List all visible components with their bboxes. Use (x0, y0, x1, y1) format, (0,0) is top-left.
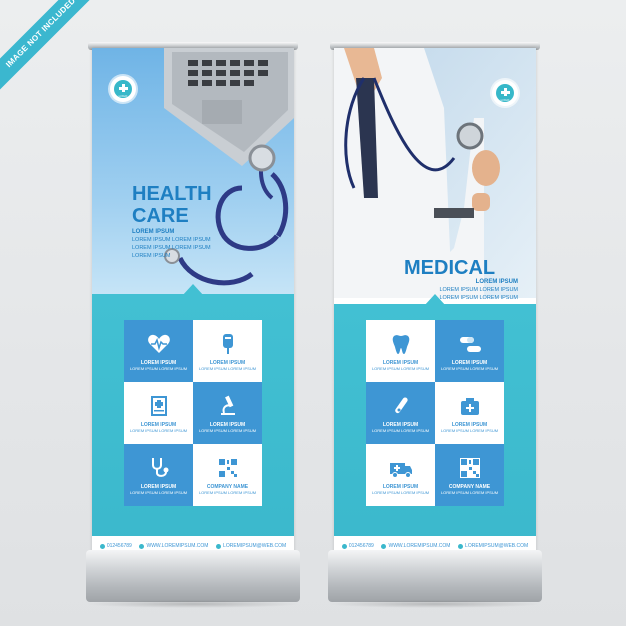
globe-icon (381, 543, 387, 549)
globe-icon (139, 543, 145, 549)
stand-base (86, 550, 300, 608)
subtitle-text: LOREM IPSUM (475, 279, 518, 285)
phone-item: 012456789 (341, 543, 374, 549)
email-item: LOREMIPSUM@WEB.COM (216, 543, 286, 549)
logo-text: LOGO (500, 98, 510, 102)
web-text: WWW.LOREMIPSUM.COM (146, 543, 209, 549)
email-text: LOREMIPSUM@WEB.COM (223, 543, 287, 549)
mail-icon (458, 543, 464, 549)
health-care-banner: LOGO HEALTH CARE LOREM IPSUM LOREM IPSUM… (92, 48, 294, 556)
cell-text: LOREM IPSUM LOREM IPSUM (129, 428, 188, 433)
grid-cell-tooth: LOREM IPSUM LOREM IPSUM LOREM IPSUM (366, 320, 435, 382)
test-tube-icon (394, 397, 408, 414)
grid-cell-ambulance: LOREM IPSUM LOREM IPSUM LOREM IPSUM (366, 444, 435, 506)
cell-text: LOREM IPSUM LOREM IPSUM (440, 428, 499, 433)
stethoscope-icon (151, 458, 168, 477)
iv-bag-icon (222, 334, 233, 354)
medical-report-icon (150, 396, 167, 416)
body-line-2: LOREM IPSUM LOREM IPSUM (439, 295, 518, 301)
headline: MEDICAL (404, 257, 496, 279)
grid-cell-test-tube: LOREM IPSUM LOREM IPSUM LOREM IPSUM (366, 382, 435, 444)
phone-text: 012456789 (106, 543, 132, 549)
cell-text: LOREM IPSUM LOREM IPSUM (198, 490, 257, 495)
cell-text: LOREM IPSUM LOREM IPSUM (371, 366, 430, 371)
tooth-icon (392, 335, 409, 354)
cell-text: LOREM IPSUM LOREM IPSUM (440, 490, 499, 495)
grid-cell-microscope: LOREM IPSUM LOREM IPSUM LOREM IPSUM (193, 382, 262, 444)
cell-text: LOREM IPSUM LOREM IPSUM (198, 366, 257, 371)
stand-base (328, 550, 542, 608)
grid-cell-report: LOREM IPSUM LOREM IPSUM LOREM IPSUM (124, 382, 193, 444)
headline-subtitle: LOREM IPSUM LOREM IPSUM LOREM IPSUM LORE… (132, 228, 211, 260)
qr-code-icon (217, 458, 238, 478)
grid-cell-iv: LOREM IPSUM LOREM IPSUM LOREM IPSUM (193, 320, 262, 382)
body-line-1: LOREM IPSUM LOREM IPSUM (132, 237, 211, 243)
left-rollup-stand: LOGO HEALTH CARE LOREM IPSUM LOREM IPSUM… (86, 42, 300, 608)
right-rollup-stand: LOGO MEDICAL LOREM IPSUM LOREM IPSUM LOR… (328, 42, 542, 608)
grid-cell-pills: LOREM IPSUM LOREM IPSUM LOREM IPSUM (435, 320, 504, 382)
ambulance-icon (389, 463, 412, 478)
phone-icon (99, 543, 105, 549)
pills-icon (459, 337, 481, 352)
headline-line1: HEALTH (132, 183, 212, 205)
body-line-2: LOREM IPSUM LOREM IPSUM (132, 245, 211, 251)
subtitle-text: LOREM IPSUM (132, 229, 175, 235)
headline-subtitle: LOREM IPSUM LOREM IPSUM LOREM IPSUM LORE… (439, 278, 518, 302)
heart-pulse-icon (147, 334, 170, 353)
phone-icon (341, 543, 347, 549)
grid-cell-heart: LOREM IPSUM LOREM IPSUM LOREM IPSUM (124, 320, 193, 382)
logo-badge: LOGO (110, 76, 136, 102)
cell-text: LOREM IPSUM LOREM IPSUM (198, 428, 257, 433)
panel-notch (424, 294, 446, 306)
qr-code-icon (459, 458, 480, 478)
phone-item: 012456789 (99, 543, 132, 549)
headline-line2: CARE (132, 205, 189, 227)
microscope-icon (220, 395, 235, 415)
cell-text: LOREM IPSUM LOREM IPSUM (129, 366, 188, 371)
mail-icon (216, 543, 222, 549)
cell-text: LOREM IPSUM LOREM IPSUM (371, 490, 430, 495)
cell-text: LOREM IPSUM LOREM IPSUM (371, 428, 430, 433)
logo-text: LOGO (118, 94, 128, 98)
medical-banner: LOGO MEDICAL LOREM IPSUM LOREM IPSUM LOR… (334, 48, 536, 556)
grid-cell-first-aid: LOREM IPSUM LOREM IPSUM LOREM IPSUM (435, 382, 504, 444)
web-item: WWW.LOREMIPSUM.COM (381, 543, 450, 549)
email-item: LOREMIPSUM@WEB.COM (458, 543, 528, 549)
web-text: WWW.LOREMIPSUM.COM (388, 543, 451, 549)
grid-cell-stethoscope: LOREM IPSUM LOREM IPSUM LOREM IPSUM (124, 444, 193, 506)
cell-text: LOREM IPSUM LOREM IPSUM (129, 490, 188, 495)
grid-cell-qr: COMPANY NAME LOREM IPSUM LOREM IPSUM (435, 444, 504, 506)
email-text: LOREMIPSUM@WEB.COM (465, 543, 529, 549)
cell-text: LOREM IPSUM LOREM IPSUM (440, 366, 499, 371)
logo-badge: LOGO (492, 80, 518, 106)
panel-notch (182, 284, 204, 296)
web-item: WWW.LOREMIPSUM.COM (139, 543, 208, 549)
icon-grid: LOREM IPSUM LOREM IPSUM LOREM IPSUM LORE… (124, 320, 262, 506)
phone-text: 012456789 (348, 543, 374, 549)
body-line-3: LOREM IPSUM (132, 253, 171, 259)
first-aid-kit-icon (460, 398, 479, 415)
body-line-1: LOREM IPSUM LOREM IPSUM (439, 287, 518, 293)
grid-cell-qr: COMPANY NAME LOREM IPSUM LOREM IPSUM (193, 444, 262, 506)
icon-grid: LOREM IPSUM LOREM IPSUM LOREM IPSUM LORE… (366, 320, 504, 506)
